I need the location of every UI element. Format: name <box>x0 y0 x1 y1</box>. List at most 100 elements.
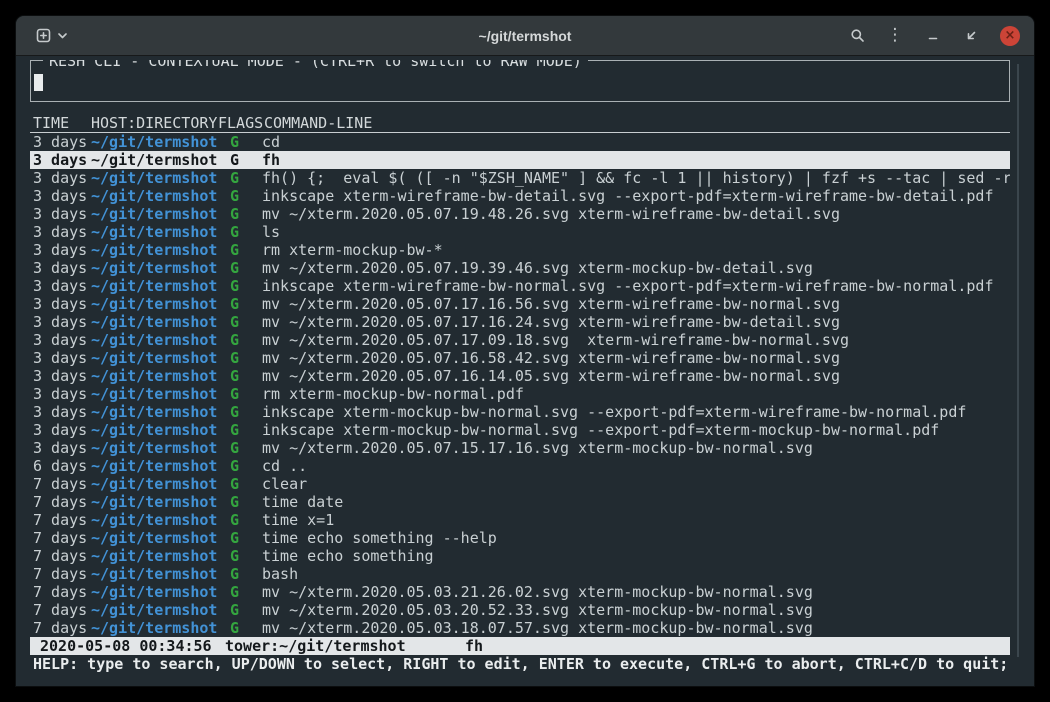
history-row[interactable]: 3 days~/git/termshotGmv ~/xterm.2020.05.… <box>30 313 1010 331</box>
row-command: time echo something <box>262 547 1010 565</box>
text-cursor <box>34 74 43 91</box>
row-directory: ~/git/termshot <box>91 259 230 277</box>
row-time: 3 days <box>33 403 91 421</box>
scrollbar[interactable] <box>1017 64 1019 657</box>
row-command: fh <box>262 151 1010 169</box>
history-row[interactable]: 3 days~/git/termshotGinkscape xterm-mock… <box>30 421 1010 439</box>
row-command: inkscape xterm-wireframe-bw-normal.svg -… <box>262 277 1010 295</box>
row-flags: G <box>230 349 262 367</box>
history-row[interactable]: 3 days~/git/termshotGcd <box>30 133 1010 151</box>
history-row[interactable]: 3 days~/git/termshotGinkscape xterm-wire… <box>30 277 1010 295</box>
row-time: 3 days <box>33 187 91 205</box>
history-row[interactable]: 7 days~/git/termshotGmv ~/xterm.2020.05.… <box>30 583 1010 601</box>
row-command: inkscape xterm-mockup-bw-normal.svg --ex… <box>262 403 1010 421</box>
row-command: mv ~/xterm.2020.05.07.17.16.56.svg xterm… <box>262 295 1010 313</box>
help-line: HELP: type to search, UP/DOWN to select,… <box>30 655 1010 673</box>
row-flags: G <box>230 421 262 439</box>
row-command: mv ~/xterm.2020.05.07.19.39.46.svg xterm… <box>262 259 1010 277</box>
row-flags: G <box>230 205 262 223</box>
row-time: 3 days <box>33 277 91 295</box>
search-box[interactable]: RESH CLI - CONTEXTUAL MODE - (CTRL+R to … <box>30 60 1010 102</box>
minimize-button[interactable] <box>920 23 946 49</box>
restore-button[interactable] <box>958 23 984 49</box>
row-command: fh() {; eval $( ([ -n "$ZSH_NAME" ] && f… <box>262 169 1010 187</box>
new-tab-button[interactable] <box>32 24 71 47</box>
history-row[interactable]: 3 days~/git/termshotGrm xterm-mockup-bw-… <box>30 241 1010 259</box>
new-tab-icon <box>36 28 51 43</box>
row-directory: ~/git/termshot <box>91 421 230 439</box>
row-command: inkscape xterm-mockup-bw-normal.svg --ex… <box>262 421 1010 439</box>
history-row[interactable]: 3 days~/git/termshotGmv ~/xterm.2020.05.… <box>30 331 1010 349</box>
table-header: TIME HOST:DIRECTORY FLAGS COMMAND-LINE <box>30 114 1010 133</box>
row-directory: ~/git/termshot <box>91 457 230 475</box>
row-command: rm xterm-mockup-bw-* <box>262 241 1010 259</box>
search-icon <box>850 28 865 43</box>
kebab-menu-icon: ⋮ <box>887 27 904 44</box>
row-time: 3 days <box>33 133 91 151</box>
row-time: 3 days <box>33 151 91 169</box>
history-row[interactable]: 3 days~/git/termshotGmv ~/xterm.2020.05.… <box>30 439 1010 457</box>
row-command: mv ~/xterm.2020.05.07.16.14.05.svg xterm… <box>262 367 1010 385</box>
row-command: clear <box>262 475 1010 493</box>
search-button[interactable] <box>844 23 870 49</box>
row-time: 7 days <box>33 547 91 565</box>
titlebar[interactable]: ~/git/termshot ⋮ <box>16 16 1034 56</box>
history-row[interactable]: 3 days~/git/termshotGmv ~/xterm.2020.05.… <box>30 349 1010 367</box>
row-command: mv ~/xterm.2020.05.07.19.48.26.svg xterm… <box>262 205 1010 223</box>
history-row[interactable]: 3 days~/git/termshotGmv ~/xterm.2020.05.… <box>30 259 1010 277</box>
history-row[interactable]: 3 days~/git/termshotGfh <box>30 151 1010 169</box>
history-row[interactable]: 7 days~/git/termshotGtime date <box>30 493 1010 511</box>
row-flags: G <box>230 457 262 475</box>
row-flags: G <box>230 313 262 331</box>
history-row[interactable]: 3 days~/git/termshotGinkscape xterm-mock… <box>30 403 1010 421</box>
history-row[interactable]: 7 days~/git/termshotGmv ~/xterm.2020.05.… <box>30 601 1010 619</box>
history-row[interactable]: 3 days~/git/termshotGinkscape xterm-wire… <box>30 187 1010 205</box>
status-host-directory: tower:~/git/termshot <box>225 637 465 655</box>
row-directory: ~/git/termshot <box>91 529 230 547</box>
history-row[interactable]: 7 days~/git/termshotGmv ~/xterm.2020.05.… <box>30 619 1010 637</box>
history-row[interactable]: 7 days~/git/termshotGclear <box>30 475 1010 493</box>
chevron-down-icon <box>58 33 67 39</box>
row-directory: ~/git/termshot <box>91 187 230 205</box>
history-row[interactable]: 7 days~/git/termshotGtime x=1 <box>30 511 1010 529</box>
row-command: cd .. <box>262 457 1010 475</box>
row-directory: ~/git/termshot <box>91 583 230 601</box>
history-row[interactable]: 3 days~/git/termshotGrm xterm-mockup-bw-… <box>30 385 1010 403</box>
row-directory: ~/git/termshot <box>91 205 230 223</box>
row-command: mv ~/xterm.2020.05.03.21.26.02.svg xterm… <box>262 583 1010 601</box>
row-command: mv ~/xterm.2020.05.07.17.16.24.svg xterm… <box>262 313 1010 331</box>
row-time: 7 days <box>33 511 91 529</box>
row-time: 3 days <box>33 331 91 349</box>
close-button[interactable]: × <box>1000 26 1020 46</box>
row-command: time date <box>262 493 1010 511</box>
history-row[interactable]: 3 days~/git/termshotGls <box>30 223 1010 241</box>
row-flags: G <box>230 187 262 205</box>
row-flags: G <box>230 601 262 619</box>
row-time: 3 days <box>33 169 91 187</box>
row-flags: G <box>230 133 262 151</box>
row-flags: G <box>230 277 262 295</box>
row-command: mv ~/xterm.2020.05.03.20.52.33.svg xterm… <box>262 601 1010 619</box>
history-row[interactable]: 3 days~/git/termshotGfh() {; eval $( ([ … <box>30 169 1010 187</box>
row-directory: ~/git/termshot <box>91 349 230 367</box>
close-icon: × <box>1005 29 1016 42</box>
history-row[interactable]: 3 days~/git/termshotGmv ~/xterm.2020.05.… <box>30 367 1010 385</box>
history-row[interactable]: 3 days~/git/termshotGmv ~/xterm.2020.05.… <box>30 295 1010 313</box>
history-row[interactable]: 3 days~/git/termshotGmv ~/xterm.2020.05.… <box>30 205 1010 223</box>
row-flags: G <box>230 439 262 457</box>
row-time: 7 days <box>33 619 91 637</box>
row-flags: G <box>230 367 262 385</box>
history-row[interactable]: 7 days~/git/termshotGtime echo something <box>30 547 1010 565</box>
row-flags: G <box>230 529 262 547</box>
row-time: 3 days <box>33 259 91 277</box>
history-row[interactable]: 6 days~/git/termshotGcd .. <box>30 457 1010 475</box>
terminal-screen[interactable]: RESH CLI - CONTEXTUAL MODE - (CTRL+R to … <box>16 56 1034 685</box>
history-row[interactable]: 7 days~/git/termshotGtime echo something… <box>30 529 1010 547</box>
row-flags: G <box>230 241 262 259</box>
history-row[interactable]: 7 days~/git/termshotGbash <box>30 565 1010 583</box>
menu-button[interactable]: ⋮ <box>882 23 908 49</box>
row-directory: ~/git/termshot <box>91 385 230 403</box>
row-directory: ~/git/termshot <box>91 313 230 331</box>
row-flags: G <box>230 385 262 403</box>
row-flags: G <box>230 403 262 421</box>
